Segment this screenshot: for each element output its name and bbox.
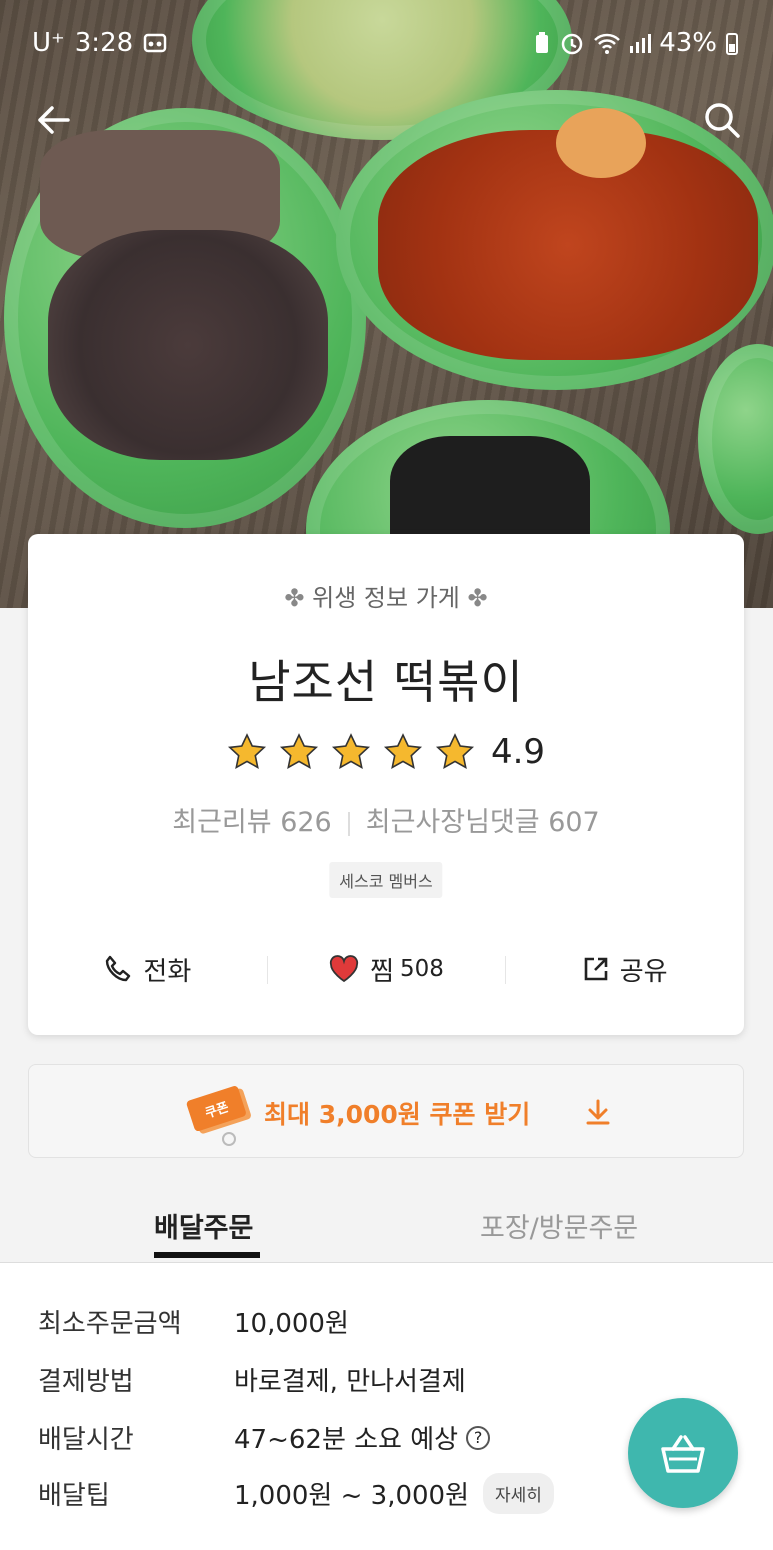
rating-value: 4.9: [490, 732, 546, 772]
battery-saver-icon: [536, 32, 549, 53]
delivery-time-row: 배달시간 47~62분 소요 예상?: [38, 1419, 491, 1456]
time-label: 3:28: [74, 28, 134, 58]
star-icon: [383, 733, 422, 769]
store-name: 남조선 떡볶이: [248, 655, 524, 709]
basket-icon: [661, 1435, 705, 1473]
coupon-banner[interactable]: 쿠폰 최대 3,000원 쿠폰 받기: [28, 1064, 744, 1158]
search-icon[interactable]: [702, 100, 742, 140]
share-icon: [584, 957, 608, 981]
recent-owner-comments[interactable]: 최근사장님댓글 607: [366, 807, 600, 838]
alarm-icon: [561, 33, 583, 55]
like-button[interactable]: 찜 508: [266, 944, 506, 994]
star-icon: [227, 733, 266, 769]
divider: [347, 811, 350, 836]
store-hero-image: U⁺ 3:28 43%: [0, 0, 773, 608]
coupon-label: 최대 3,000원 쿠폰 받기: [264, 1100, 531, 1129]
delivery-tip-row: 배달팁 1,000원 ~ 3,000원 자세히: [38, 1473, 554, 1514]
cart-button[interactable]: [628, 1398, 738, 1508]
notification-icon: [143, 33, 167, 53]
detail-button[interactable]: 자세히: [483, 1473, 554, 1514]
star-icon: [331, 733, 370, 769]
tab-pickup-visit[interactable]: 포장/방문주문: [480, 1206, 638, 1245]
leaf-right-icon: ✤: [459, 584, 488, 612]
hygiene-info-label[interactable]: ✤ 위생 정보 가게 ✤: [28, 578, 744, 613]
store-rating: 4.9: [28, 732, 744, 772]
battery-icon: [726, 33, 738, 55]
store-info-card: ✤ 위생 정보 가게 ✤ 남조선 떡볶이 4.9 최근리뷰 626 최근사장님댓글…: [28, 534, 744, 1035]
battery-percent: 43%: [659, 28, 717, 58]
star-icon: [435, 733, 474, 769]
heart-icon: [329, 955, 359, 983]
delivery-time-value: 47~62분 소요 예상: [234, 1425, 459, 1455]
download-arrow-icon: [586, 1099, 610, 1125]
tab-delivery[interactable]: 배달주문: [154, 1206, 253, 1245]
payment-row: 결제방법 바로결제, 만나서결제: [38, 1361, 466, 1398]
recent-reviews[interactable]: 최근리뷰 626: [172, 807, 331, 838]
store-actions: 전화 찜 508 공유: [28, 944, 744, 994]
order-type-tabs: 배달주문 포장/방문주문: [0, 1186, 773, 1263]
carrier-label: U⁺: [32, 28, 65, 58]
review-stats: 최근리뷰 626 최근사장님댓글 607: [28, 800, 744, 839]
share-button[interactable]: 공유: [505, 944, 744, 994]
min-order-row: 최소주문금액 10,000원: [38, 1303, 349, 1340]
question-icon[interactable]: ?: [466, 1425, 491, 1450]
min-order-label: 최소주문금액: [38, 1309, 182, 1339]
call-label: 전화: [143, 956, 192, 987]
back-arrow-icon[interactable]: [34, 100, 74, 140]
status-bar: U⁺ 3:28 43%: [0, 0, 773, 84]
payment-label: 결제방법: [38, 1367, 134, 1397]
leaf-left-icon: ✤: [284, 584, 313, 612]
delivery-time-label: 배달시간: [38, 1425, 134, 1455]
payment-value: 바로결제, 만나서결제: [234, 1367, 466, 1397]
wifi-icon: [594, 33, 621, 54]
call-button[interactable]: 전화: [28, 944, 267, 994]
like-label: 찜: [370, 956, 395, 987]
min-order-value: 10,000원: [234, 1309, 349, 1339]
coupon-ticket-icon: 쿠폰: [186, 1086, 251, 1146]
phone-icon: [106, 955, 131, 982]
star-icon: [279, 733, 318, 769]
like-count: 508: [400, 956, 444, 982]
delivery-tip-label: 배달팁: [38, 1481, 110, 1511]
active-tab-indicator: [154, 1252, 260, 1258]
share-label: 공유: [619, 956, 668, 987]
delivery-tip-value: 1,000원 ~ 3,000원: [234, 1481, 470, 1511]
signal-icon: [630, 34, 652, 53]
cesco-badge: 세스코 멤버스: [329, 862, 443, 898]
